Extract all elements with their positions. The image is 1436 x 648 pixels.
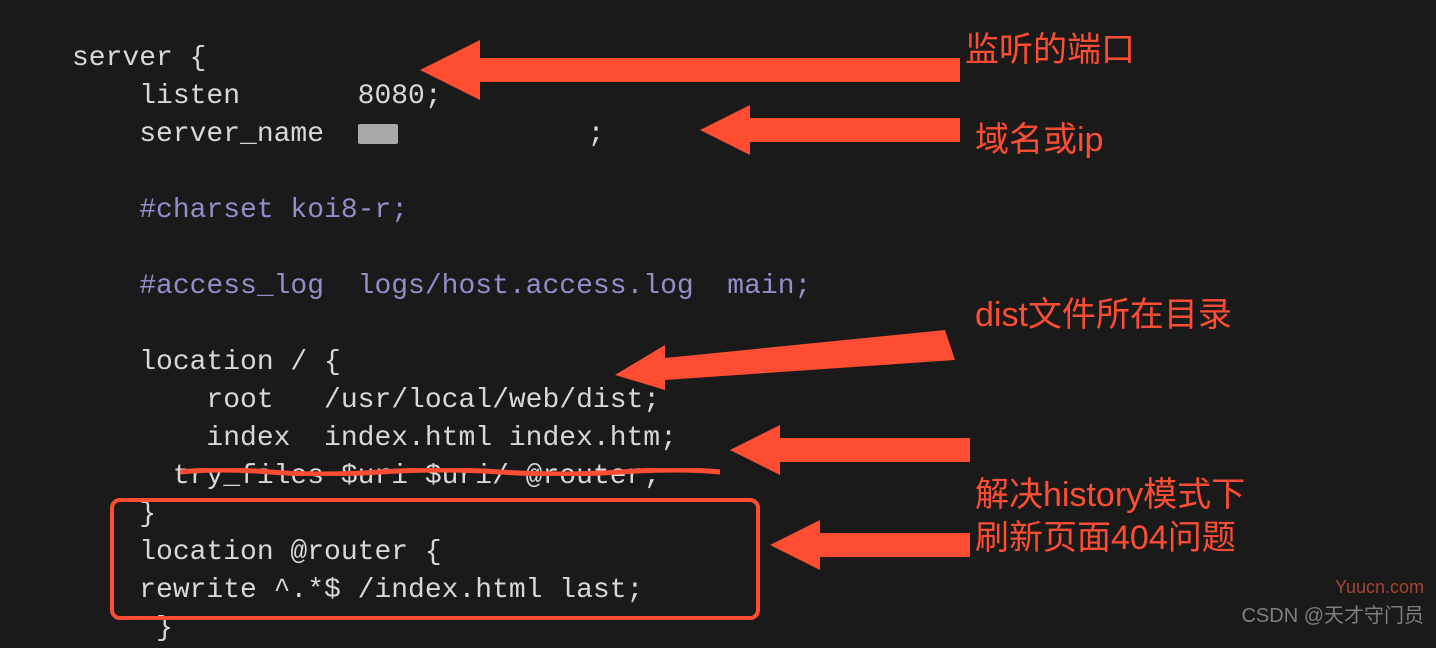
- watermark-site: Yuucn.com: [1335, 577, 1424, 598]
- label-servername: 域名或ip: [975, 120, 1103, 160]
- label-dist: dist文件所在目录: [975, 295, 1232, 335]
- redacted-hostname: [358, 120, 588, 148]
- nginx-config-code: server { listen 8080; server_name ; #cha…: [72, 40, 811, 648]
- label-router-1: 解决history模式下: [975, 475, 1245, 515]
- label-listen: 监听的端口: [965, 30, 1135, 70]
- label-router-2: 刷新页面404问题: [975, 518, 1236, 558]
- watermark-credit: CSDN @天才守门员: [1241, 599, 1424, 628]
